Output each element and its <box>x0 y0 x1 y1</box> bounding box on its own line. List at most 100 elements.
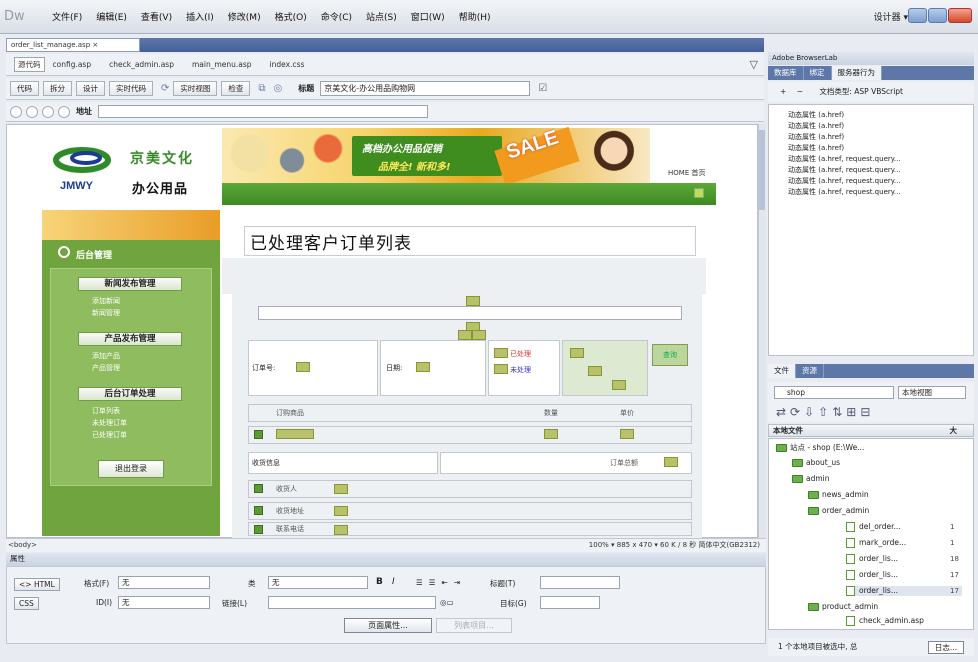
menu-insert[interactable]: 插入(I) <box>186 10 214 23</box>
title-prop-input[interactable] <box>540 576 620 589</box>
sidebar-link-add-product[interactable]: 添加产品 <box>92 351 120 361</box>
preview-icon[interactable]: ◎ <box>274 83 283 94</box>
list-item[interactable]: 动态属性 (a.href) <box>788 121 844 131</box>
italic-button[interactable]: I <box>392 577 395 587</box>
class-select[interactable]: 无 <box>268 576 368 589</box>
tree-item-file[interactable]: order_lis... <box>846 554 898 564</box>
sidebar-link-manage-news[interactable]: 新闻管理 <box>92 308 120 318</box>
menu-help[interactable]: 帮助(H) <box>459 10 491 23</box>
tree-item-file-selected[interactable]: order_lis... <box>846 586 962 596</box>
list-buttons[interactable]: ☰☰⇤⇥ <box>416 578 466 587</box>
menu-window[interactable]: 窗口(W) <box>411 10 445 23</box>
sidebar-link-add-news[interactable]: 添加新闻 <box>92 296 120 306</box>
tree-item-site[interactable]: 站点 - shop (E:\We... <box>776 442 864 453</box>
format-select[interactable]: 无 <box>118 576 210 589</box>
tree-item-file[interactable]: order_lis... <box>846 570 898 580</box>
tree-item-folder[interactable]: about_us <box>792 458 840 467</box>
design-view-button[interactable]: 设计 <box>76 81 105 96</box>
live-view-button[interactable]: 实时视图 <box>173 81 218 96</box>
tab-assets[interactable]: 资源 <box>796 364 824 378</box>
id-select[interactable]: 无 <box>118 596 210 609</box>
radio-unprocessed[interactable] <box>494 364 508 374</box>
site-select[interactable]: shop <box>774 386 894 399</box>
menu-modify[interactable]: 修改(M) <box>228 10 261 23</box>
related-file[interactable]: check_admin.asp <box>109 60 174 69</box>
live-code-button[interactable]: 实时代码 <box>109 81 153 96</box>
logout-button[interactable]: 退出登录 <box>98 460 164 478</box>
tree-item-folder[interactable]: admin <box>792 474 830 483</box>
tab-databases[interactable]: 数据库 <box>768 66 804 80</box>
sidebar-link-order-list[interactable]: 订单列表 <box>92 406 120 416</box>
related-file-source[interactable]: 源代码 <box>14 57 45 72</box>
tree-item-folder[interactable]: order_admin <box>808 506 869 515</box>
html-mode-button[interactable]: <> HTML <box>14 578 60 591</box>
list-item[interactable]: 动态属性 (a.href, request.query... <box>788 176 901 186</box>
refresh-icon[interactable]: ⟳ <box>161 83 169 94</box>
view-select[interactable]: 本地视图 <box>898 386 966 399</box>
order-no-field[interactable] <box>296 362 310 372</box>
link-input[interactable] <box>268 596 436 609</box>
forward-icon[interactable] <box>26 105 38 118</box>
close-button[interactable] <box>948 8 972 23</box>
tree-item-file[interactable]: mark_orde... <box>846 538 906 548</box>
tree-item-folder[interactable]: product_admin <box>808 602 878 611</box>
split-view-button[interactable]: 拆分 <box>43 81 72 96</box>
multiscreen-icon[interactable]: ⧉ <box>258 83 265 94</box>
related-file[interactable]: config.asp <box>53 60 92 69</box>
sidebar-link-unprocessed[interactable]: 未处理订单 <box>92 418 127 428</box>
stop-icon[interactable] <box>42 105 54 118</box>
menu-site[interactable]: 站点(S) <box>366 10 397 23</box>
tree-item-file[interactable]: del_order... <box>846 522 901 532</box>
tab-server-behaviors[interactable]: 服务器行为 <box>831 66 882 80</box>
maximize-button[interactable] <box>928 8 947 23</box>
workspace-switcher[interactable]: 设计器 ▾ <box>874 10 908 23</box>
menu-file[interactable]: 文件(F) <box>52 10 82 23</box>
tag-selector[interactable]: <body> <box>6 541 37 549</box>
address-input[interactable] <box>98 105 428 118</box>
search-button[interactable]: 查询 <box>652 344 688 366</box>
list-item[interactable]: 动态属性 (a.href, request.query... <box>788 154 901 164</box>
browserlab-header[interactable]: Adobe BrowserLab <box>768 52 974 65</box>
menu-edit[interactable]: 编辑(E) <box>96 10 127 23</box>
date-field[interactable] <box>416 362 430 372</box>
title-input[interactable]: 京美文化-办公用品购物网 <box>320 81 531 96</box>
home-icon[interactable] <box>58 105 70 118</box>
bold-button[interactable]: B <box>376 577 383 587</box>
back-icon[interactable] <box>10 105 22 118</box>
css-mode-button[interactable]: CSS <box>14 597 39 610</box>
target-select[interactable] <box>540 596 600 609</box>
add-behavior-icon[interactable]: + <box>780 87 786 96</box>
list-item[interactable]: 动态属性 (a.href) <box>788 143 844 153</box>
document-tab[interactable]: order_list_manage.asp × <box>6 38 140 52</box>
menu-view[interactable]: 查看(V) <box>141 10 172 23</box>
related-file[interactable]: main_menu.asp <box>192 60 252 69</box>
files-toolbar-icons[interactable]: ⇄⟳⇩⇧⇅⊞⊟ <box>768 402 974 422</box>
sidebar-link-processed[interactable]: 已处理订单 <box>92 430 127 440</box>
inspect-button[interactable]: 检查 <box>221 81 251 96</box>
tree-item-folder[interactable]: news_admin <box>808 490 869 499</box>
tree-item-file[interactable]: check_admin.asp <box>846 616 924 626</box>
radio-processed[interactable] <box>494 348 508 358</box>
sidebar-link-manage-products[interactable]: 产品管理 <box>92 363 120 373</box>
related-file[interactable]: index.css <box>270 60 305 69</box>
minimize-button[interactable] <box>908 8 927 23</box>
list-item[interactable]: 动态属性 (a.href) <box>788 132 844 142</box>
local-files-label: 本地文件 <box>773 426 803 435</box>
tab-bindings[interactable]: 绑定 <box>804 66 832 80</box>
check-icon[interactable]: ☑ <box>538 83 547 94</box>
page-properties-button[interactable]: 页面属性... <box>344 618 432 633</box>
list-item[interactable]: 动态属性 (a.href, request.query... <box>788 165 901 175</box>
point-to-file-icon[interactable]: ◎▭ <box>440 598 454 607</box>
log-button[interactable]: 日志... <box>928 641 964 654</box>
remove-behavior-icon[interactable]: − <box>797 87 803 96</box>
filter-icon[interactable]: ▽ <box>750 58 758 71</box>
tab-files[interactable]: 文件 <box>768 364 796 378</box>
design-scroll-thumb[interactable] <box>759 130 765 210</box>
list-item[interactable]: 动态属性 (a.href) <box>788 110 844 120</box>
code-view-button[interactable]: 代码 <box>10 81 39 96</box>
header-home-link[interactable]: HOME 首页 <box>652 160 716 184</box>
menu-format[interactable]: 格式(O) <box>275 10 307 23</box>
menu-commands[interactable]: 命令(C) <box>321 10 352 23</box>
properties-header[interactable]: 属性 <box>6 553 766 566</box>
list-item[interactable]: 动态属性 (a.href, request.query... <box>788 187 901 197</box>
